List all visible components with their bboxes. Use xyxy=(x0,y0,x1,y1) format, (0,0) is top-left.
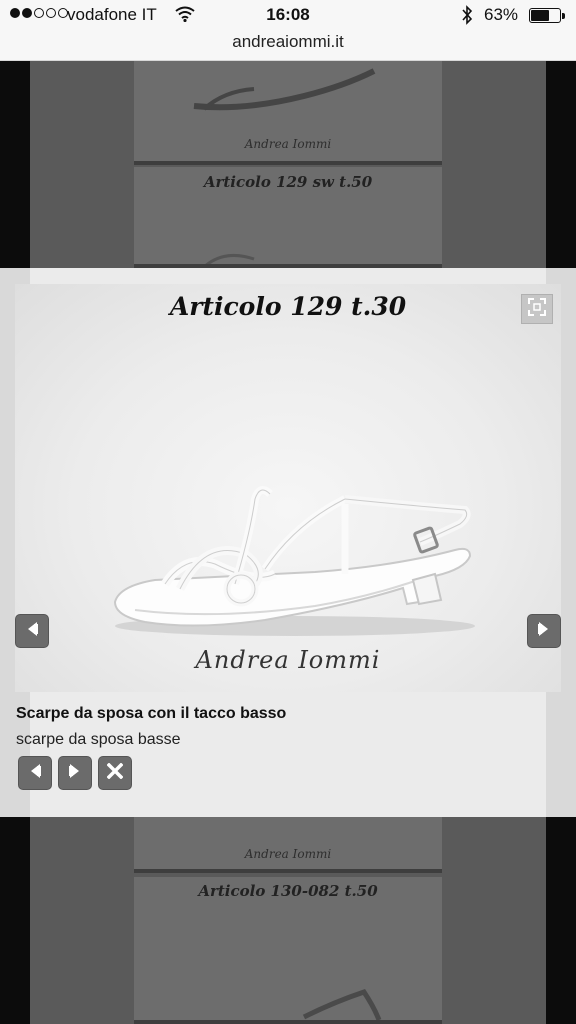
close-icon xyxy=(106,762,124,784)
close-button[interactable] xyxy=(98,756,132,790)
battery-icon xyxy=(529,8,565,23)
lightbox-title: Scarpe da sposa con il tacco basso xyxy=(16,705,287,722)
gallery-thumbnail[interactable]: Articolo 130-082 t.50 xyxy=(134,877,442,1024)
image-signature: Andrea Iommi xyxy=(195,646,381,674)
next-button[interactable] xyxy=(58,756,92,790)
address-bar-url[interactable]: andreaiommi.it xyxy=(0,32,576,52)
gallery-thumbnail[interactable]: Articolo 129 sw t.50 xyxy=(134,167,442,268)
arrow-right-icon xyxy=(537,620,551,643)
arrow-left-icon xyxy=(28,762,42,785)
thumbnail-signature: Andrea Iommi xyxy=(244,137,332,151)
bluetooth-icon xyxy=(460,5,474,30)
thumbnail-caption: Articolo 129 sw t.50 xyxy=(203,173,373,191)
shoe-image xyxy=(302,989,382,1020)
prev-button[interactable] xyxy=(18,756,52,790)
lightbox-subtitle: scarpe da sposa basse xyxy=(16,731,181,748)
shoe-image xyxy=(193,68,376,111)
thumbnail-caption: Articolo 130-082 t.50 xyxy=(198,882,378,900)
arrow-right-icon xyxy=(68,762,82,785)
lightbox-image[interactable]: Articolo 129 t.30 Andrea Iommi xyxy=(15,284,561,692)
thumbnail-signature: Andrea Iommi xyxy=(244,847,332,861)
battery-percentage: 63% xyxy=(484,5,519,24)
gallery-thumbnail[interactable]: Andrea Iommi xyxy=(134,817,442,873)
arrow-left-icon xyxy=(25,620,39,643)
status-bar: vodafone IT 16:08 63% andreaiommi.it xyxy=(0,0,576,61)
shoe-photo xyxy=(113,486,475,636)
gallery-thumbnail[interactable]: Andrea Iommi xyxy=(134,61,442,165)
shoe-image xyxy=(205,253,255,264)
image-prev-button[interactable] xyxy=(15,614,49,648)
image-next-button[interactable] xyxy=(527,614,561,648)
